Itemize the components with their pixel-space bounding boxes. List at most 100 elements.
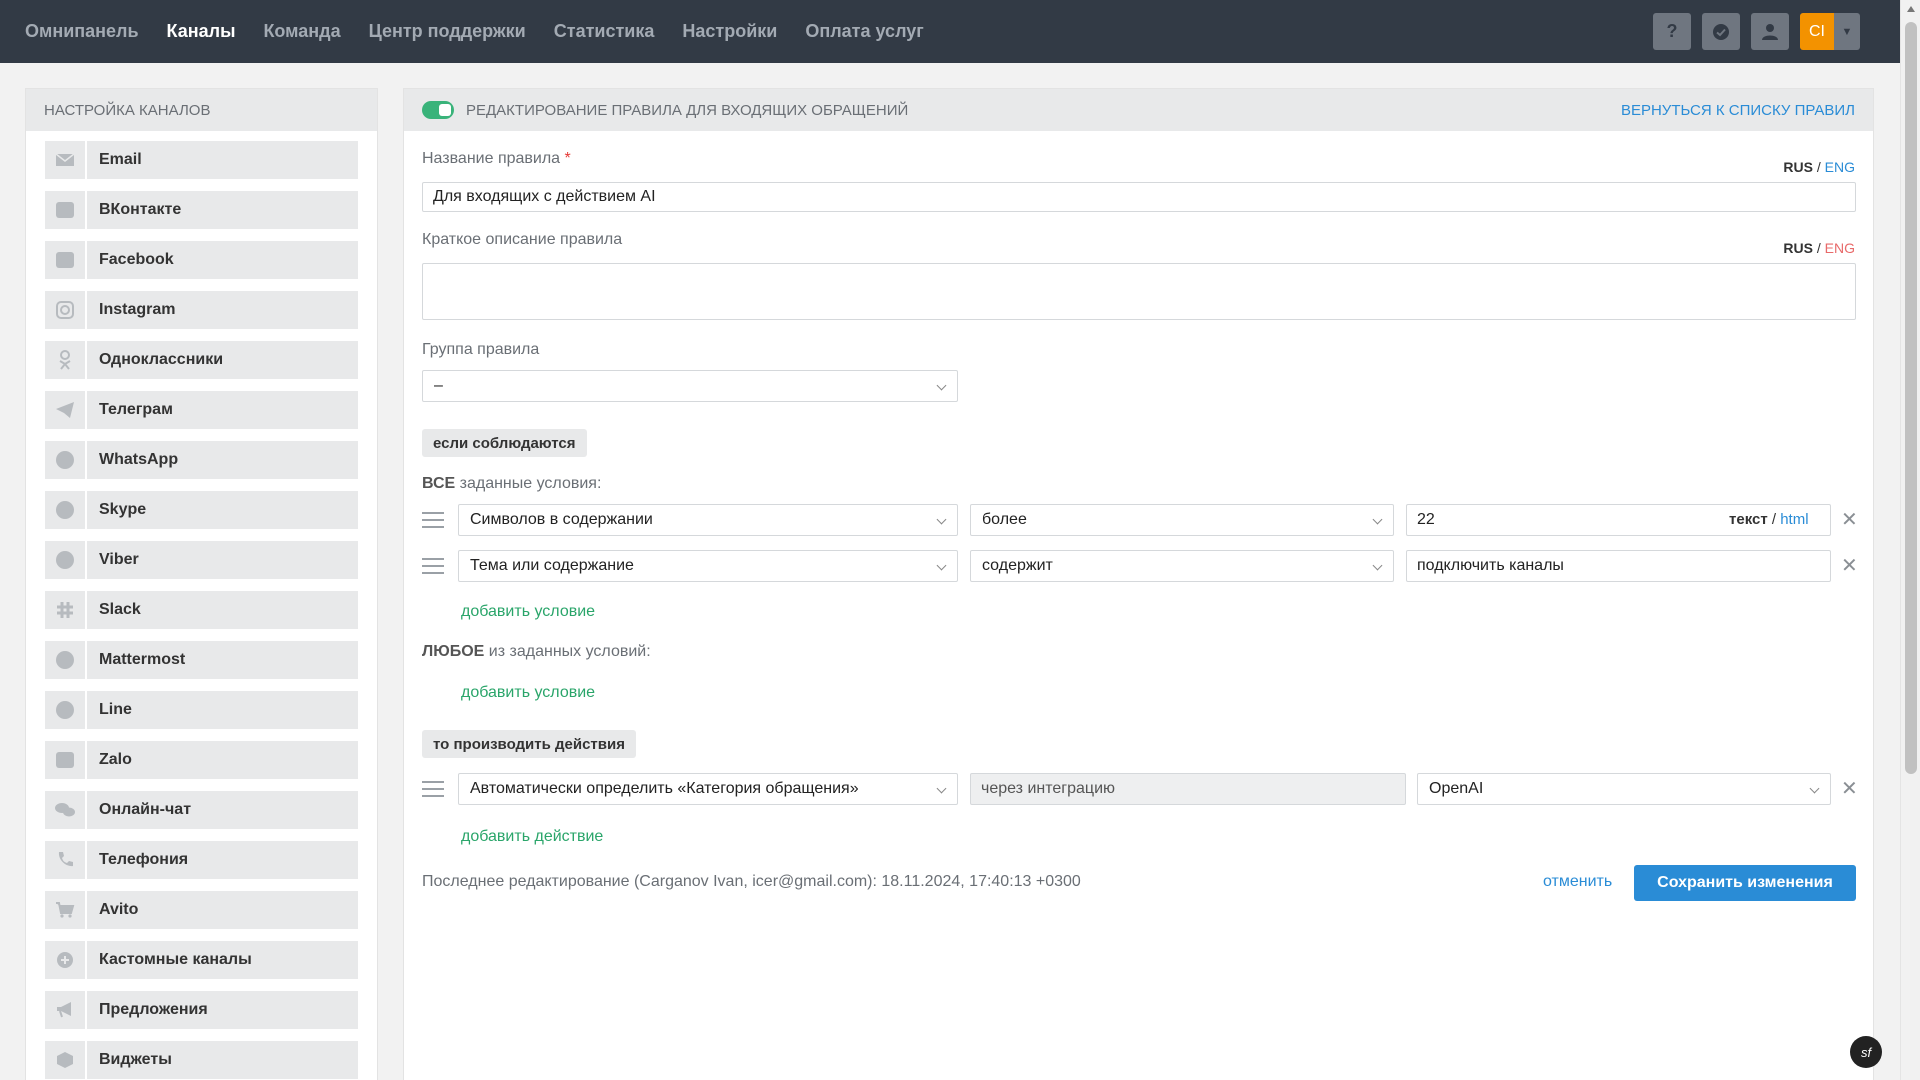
profile-button[interactable] [1751, 13, 1789, 50]
sidebar-item-offers[interactable]: Предложения [45, 991, 358, 1029]
scroll-up-icon[interactable] [1907, 6, 1915, 12]
chevron-down-icon [936, 514, 947, 525]
condition-operator-select[interactable]: содержит [970, 550, 1394, 582]
sidebar-title: Настройка каналов [26, 89, 377, 131]
sidebar-item-odnoklassniki[interactable]: Одноклассники [45, 341, 358, 379]
condition-operator-value: содержит [982, 557, 1053, 574]
all-prefix: ВСЕ [422, 475, 456, 492]
scrollbar-thumb[interactable] [1905, 22, 1917, 774]
description-lang-switch: RUS / ENG [1783, 240, 1855, 256]
rule-name-label-text: Название правила [422, 150, 561, 167]
chevron-down-icon [1372, 514, 1383, 525]
text-mode-option[interactable]: текст [1729, 511, 1768, 528]
condition-operator-value: более [982, 511, 1027, 528]
odnoklassniki-icon [59, 350, 71, 370]
nav-item-settings[interactable]: Настройки [682, 21, 777, 42]
any-conditions-heading: ЛЮБОЕ из заданных условий: [422, 643, 651, 661]
sidebar-item-label: Кастомные каналы [87, 941, 358, 979]
sidebar-item-widgets[interactable]: Виджеты [45, 1041, 358, 1079]
condition-field-select[interactable]: Тема или содержание [458, 550, 958, 582]
sidebar-item-whatsapp[interactable]: WhatsApp [45, 441, 358, 479]
user-avatar: CI [1800, 13, 1834, 50]
sidebar-item-instagram[interactable]: Instagram [45, 291, 358, 329]
chat-icon [55, 803, 75, 817]
sidebar-item-avito[interactable]: Avito [45, 891, 358, 929]
help-button[interactable]: ? [1653, 13, 1691, 50]
sidebar-item-label: Телефония [87, 841, 358, 879]
nav-item-statistics[interactable]: Статистика [554, 21, 655, 42]
page-scrollbar[interactable] [1900, 0, 1920, 1080]
drag-handle-icon[interactable] [422, 558, 444, 578]
sidebar-item-facebook[interactable]: Facebook [45, 241, 358, 279]
telegram-icon [56, 402, 74, 418]
vk-icon [56, 202, 74, 218]
lang-rus[interactable]: RUS [1783, 240, 1813, 256]
back-to-rules-link[interactable]: Вернуться к списку правил [1621, 102, 1855, 119]
whatsapp-icon [56, 451, 74, 469]
nav-item-support-center[interactable]: Центр поддержки [369, 21, 526, 42]
save-changes-button[interactable]: Сохранить изменения [1634, 865, 1856, 901]
group-select[interactable]: – [422, 370, 958, 402]
if-conditions-chip: если соблюдаются [422, 429, 587, 457]
integration-select[interactable]: OpenAI [1417, 773, 1831, 805]
text-html-switch: текст / html [1729, 511, 1809, 528]
add-action-link[interactable]: добавить действие [461, 828, 603, 846]
sidebar-item-online-chat[interactable]: Онлайн-чат [45, 791, 358, 829]
sidebar-item-telephony[interactable]: Телефония [45, 841, 358, 879]
lang-eng[interactable]: ENG [1825, 240, 1855, 256]
status-button[interactable] [1702, 13, 1740, 50]
nav-item-channels[interactable]: Каналы [167, 21, 236, 42]
nav-item-billing[interactable]: Оплата услуг [805, 21, 923, 42]
nav-item-omnipanel[interactable]: Омнипанель [25, 21, 139, 42]
condition-field-select[interactable]: Символов в содержании [458, 504, 958, 536]
sidebar-item-telegram[interactable]: Телеграм [45, 391, 358, 429]
condition-operator-select[interactable]: более [970, 504, 1394, 536]
sidebar-item-viber[interactable]: Viber [45, 541, 358, 579]
chevron-down-icon: ▼ [1834, 13, 1860, 50]
sidebar-item-skype[interactable]: Skype [45, 491, 358, 529]
lang-rus[interactable]: RUS [1783, 159, 1813, 175]
sidebar-item-label: Телеграм [87, 391, 358, 429]
remove-action-close-icon[interactable]: ✕ [1841, 776, 1858, 801]
drag-handle-icon[interactable] [422, 512, 444, 532]
symfony-toolbar-icon[interactable]: sf [1850, 1036, 1882, 1068]
sidebar-item-zalo[interactable]: Zalo [45, 741, 358, 779]
sidebar-item-custom-channels[interactable]: Кастомные каналы [45, 941, 358, 979]
nav-item-team[interactable]: Команда [263, 21, 340, 42]
rule-editor-panel: Редактирование правила для входящих обра… [403, 88, 1874, 1080]
action-type-select[interactable]: Автоматически определить «Категория обра… [458, 773, 958, 805]
channels-sidebar: Настройка каналов Email ВКонтакте Facebo… [25, 88, 378, 1080]
rule-name-input[interactable]: Для входящих с действием AI [422, 182, 1856, 212]
condition-value-input[interactable]: подключить каналы [1406, 550, 1831, 582]
sidebar-item-slack[interactable]: Slack [45, 591, 358, 629]
lang-eng[interactable]: ENG [1825, 159, 1855, 175]
action-type-value: Автоматически определить «Категория обра… [470, 780, 859, 797]
user-menu-button[interactable]: CI ▼ [1800, 13, 1860, 50]
panel-title: Редактирование правила для входящих обра… [466, 101, 909, 119]
then-actions-chip: то производить действия [422, 730, 636, 758]
remove-condition-close-icon[interactable]: ✕ [1841, 507, 1858, 532]
skype-icon [56, 501, 74, 519]
drag-handle-icon[interactable] [422, 781, 444, 801]
add-all-condition-link[interactable]: добавить условие [461, 603, 595, 621]
condition-field-value: Тема или содержание [470, 557, 634, 574]
top-navbar: Омнипанель Каналы Команда Центр поддержк… [0, 0, 1900, 63]
html-mode-option[interactable]: html [1780, 511, 1808, 528]
sidebar-item-label: Предложения [87, 991, 358, 1029]
chevron-down-icon [936, 783, 947, 794]
add-any-condition-link[interactable]: добавить условие [461, 684, 595, 702]
cancel-link[interactable]: отменить [1543, 873, 1612, 891]
help-icon: ? [1666, 21, 1678, 41]
chevron-down-icon [1809, 783, 1820, 794]
remove-condition-close-icon[interactable]: ✕ [1841, 553, 1858, 578]
description-textarea[interactable] [422, 263, 1856, 320]
box-icon [57, 1052, 73, 1068]
chevron-down-icon [936, 560, 947, 571]
sidebar-item-vk[interactable]: ВКонтакте [45, 191, 358, 229]
rule-enabled-toggle[interactable] [422, 101, 454, 119]
sidebar-item-label: ВКонтакте [87, 191, 358, 229]
sidebar-item-line[interactable]: Line [45, 691, 358, 729]
sidebar-item-label: Viber [87, 541, 358, 579]
sidebar-item-mattermost[interactable]: Mattermost [45, 641, 358, 679]
sidebar-item-email[interactable]: Email [45, 141, 358, 179]
